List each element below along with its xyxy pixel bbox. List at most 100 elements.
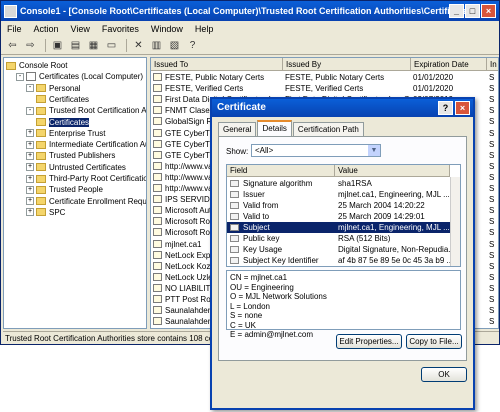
certificate-icon [153, 272, 162, 281]
menu-window[interactable]: Window [145, 24, 189, 34]
tree-item[interactable]: - Certificates (Local Computer) [16, 71, 143, 82]
tree-item[interactable]: Certificates [36, 94, 89, 105]
tree-item[interactable]: + Enterprise Trust [26, 128, 105, 139]
field-row[interactable]: Public key RSA (512 Bits) [227, 233, 450, 244]
certificate-icon [153, 172, 162, 181]
copy-to-file-button[interactable]: Copy to File... [406, 334, 462, 349]
tree-item[interactable]: Certificates [36, 117, 90, 128]
column-issued-by[interactable]: Issued By [283, 58, 411, 71]
field-row[interactable]: Valid to 25 March 2009 14:29:01 [227, 211, 450, 222]
field-name: Subject [243, 223, 270, 232]
tree-item[interactable]: + Trusted People [26, 184, 103, 195]
field-row[interactable]: Signature algorithm sha1RSA [227, 178, 450, 189]
collapse-icon[interactable]: - [26, 106, 34, 115]
expand-icon[interactable]: + [26, 174, 34, 183]
show-dropdown-value: <All> [255, 146, 274, 155]
column-value[interactable]: Value [335, 165, 450, 177]
menu-bar: File Action View Favorites Window Help [1, 21, 499, 37]
cell-in: S [489, 139, 495, 149]
menu-help[interactable]: Help [189, 24, 220, 34]
copy-icon[interactable]: ▭ [104, 39, 119, 53]
window-titlebar[interactable]: Console1 - [Console Root\Certificates (L… [1, 1, 499, 21]
table-row[interactable]: FESTE, Public Notary Certs FESTE, Public … [151, 72, 498, 83]
certificate-icon [153, 195, 162, 204]
expand-icon[interactable]: + [26, 208, 34, 217]
maximize-button[interactable]: □ [465, 4, 480, 18]
field-scrollbar[interactable] [450, 177, 460, 266]
dialog-help-button[interactable]: ? [438, 101, 453, 115]
back-icon[interactable]: ⇦ [5, 39, 20, 53]
column-expiration-date[interactable]: Expiration Date [411, 58, 487, 71]
refresh-icon[interactable]: ▥ [149, 39, 164, 53]
certificate-icon [153, 139, 162, 148]
tab-details[interactable]: Details [257, 120, 292, 136]
field-row[interactable]: Valid from 25 March 2004 14:20:22 [227, 200, 450, 211]
field-row[interactable]: Subject Key Identifier af 4b 87 5e 89 5e … [227, 255, 450, 266]
certificate-icon [153, 184, 162, 192]
dialog-close-button[interactable]: × [455, 101, 470, 115]
cell-in: S [489, 172, 495, 182]
expand-icon[interactable]: + [26, 197, 34, 206]
export-icon[interactable]: ▧ [167, 39, 182, 53]
dialog-titlebar[interactable]: Certificate ? × [212, 99, 473, 117]
tree-item[interactable]: + Certificate Enrollment Requests [26, 196, 146, 207]
expand-icon[interactable]: + [26, 185, 34, 194]
tree-item[interactable]: - Personal [26, 83, 81, 94]
help-icon[interactable]: ? [185, 39, 200, 53]
menu-action[interactable]: Action [28, 24, 65, 34]
field-row[interactable]: Key Usage Digital Signature, Non-Repudia.… [227, 244, 450, 255]
close-button[interactable]: × [481, 4, 496, 18]
tree-item[interactable]: - Trusted Root Certification Authori [26, 105, 146, 116]
forward-icon[interactable]: ⇨ [23, 39, 38, 53]
show-tree-icon[interactable]: ▤ [68, 39, 83, 53]
collapse-icon[interactable]: - [16, 72, 24, 81]
up-folder-icon[interactable]: ▣ [50, 39, 65, 53]
field-row[interactable]: Subject mjlnet.ca1, Engineering, MJL ... [227, 222, 450, 233]
certificate-icon [153, 106, 162, 115]
table-row[interactable]: FESTE, Verified Certs FESTE, Verified Cer… [151, 83, 498, 94]
delete-icon[interactable]: ✕ [131, 39, 146, 53]
cell-in: S [489, 84, 495, 94]
expand-icon[interactable]: + [26, 140, 34, 149]
tree-item[interactable]: + Untrusted Certificates [26, 162, 126, 173]
field-row[interactable]: Issuer mjlnet.ca1, Engineering, MJL ... [227, 189, 450, 200]
tab-certification-path[interactable]: Certification Path [292, 122, 364, 136]
expand-icon[interactable]: + [26, 151, 34, 160]
cell-in: S [489, 272, 495, 282]
field-detail-text[interactable]: CN = mjlnet.ca1 OU = Engineering O = MJL N… [226, 270, 461, 339]
properties-icon[interactable]: ▦ [86, 39, 101, 53]
cell-in: S [489, 128, 495, 138]
expand-icon[interactable]: + [26, 163, 34, 172]
toolbar-separator [126, 39, 127, 52]
show-dropdown[interactable]: <All> ▼ [251, 144, 381, 157]
tree-item-label: Enterprise Trust [49, 128, 106, 138]
tree-item[interactable]: + Intermediate Certification Author [26, 139, 146, 150]
menu-favorites[interactable]: Favorites [96, 24, 145, 34]
certificate-icon [153, 317, 162, 326]
menu-file[interactable]: File [1, 24, 28, 34]
collapse-icon[interactable]: - [26, 84, 34, 93]
column-intended[interactable]: In [487, 58, 498, 71]
field-icon [230, 202, 239, 209]
field-icon [230, 213, 239, 220]
tree-item[interactable]: + Third-Party Root Certification Au [26, 173, 146, 184]
tab-general[interactable]: General [218, 122, 257, 136]
certificate-icon [153, 295, 162, 303]
tree-item[interactable]: Console Root [6, 60, 67, 71]
column-issued-to[interactable]: Issued To [151, 58, 283, 71]
cell-in: S [489, 161, 495, 171]
ok-button[interactable]: OK [421, 367, 467, 382]
column-field[interactable]: Field [227, 165, 335, 177]
menu-view[interactable]: View [65, 24, 96, 34]
field-name: Signature algorithm [243, 179, 313, 188]
cell-in: S [489, 306, 495, 316]
tree-item[interactable]: + Trusted Publishers [26, 150, 115, 161]
minimize-button[interactable]: _ [449, 4, 464, 18]
tree-item-label: Certificates [49, 117, 90, 127]
tree-item[interactable]: + SPC [26, 207, 65, 218]
chevron-down-icon[interactable]: ▼ [368, 145, 380, 156]
edit-properties-button[interactable]: Edit Properties... [336, 334, 402, 349]
certificate-icon [153, 128, 162, 137]
expand-icon[interactable]: + [26, 129, 34, 138]
field-value: RSA (512 Bits) [338, 234, 391, 243]
